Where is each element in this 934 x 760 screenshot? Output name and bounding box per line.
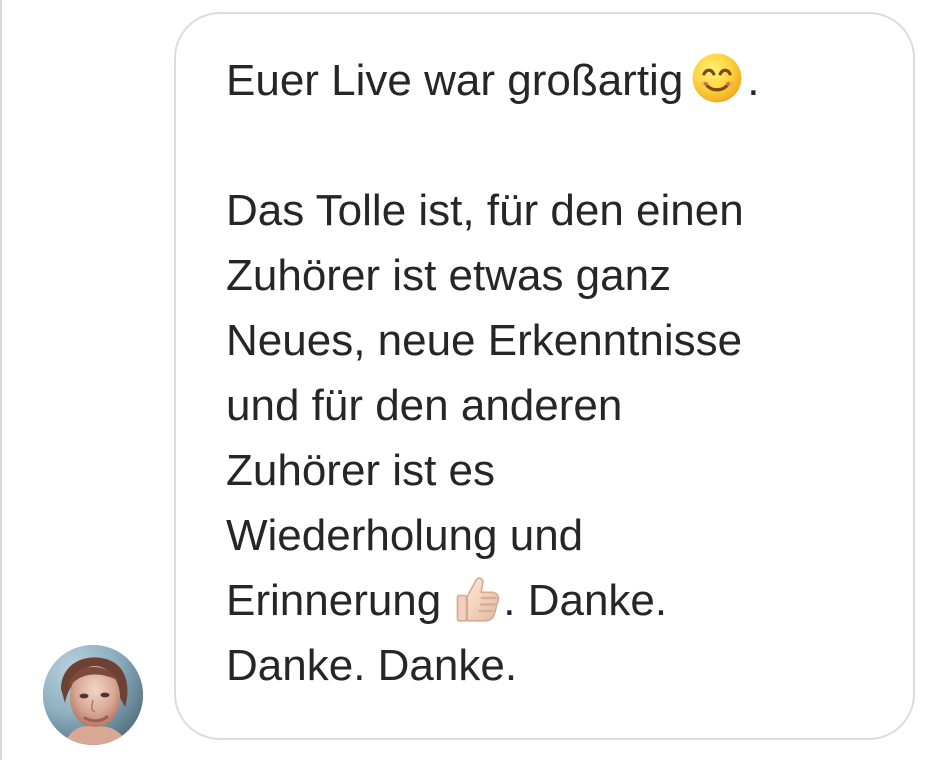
smiling-face-icon xyxy=(691,52,743,104)
message-bubble[interactable]: Euer Live war großartig . Das Tolle ist,… xyxy=(174,12,915,740)
message-line-8: Wiederholung und xyxy=(226,511,584,560)
thumbs-up-icon xyxy=(451,572,503,624)
message-line-7: Zuhörer ist es xyxy=(226,446,495,495)
message-line-4: Zuhörer ist etwas ganz xyxy=(226,251,672,300)
chat-screen: Euer Live war großartig . Das Tolle ist,… xyxy=(0,0,934,760)
message-line-1: Euer Live war großartig . xyxy=(226,48,886,113)
message-line-1-suffix: . xyxy=(747,56,760,105)
incoming-message-row: Euer Live war großartig . Das Tolle ist,… xyxy=(0,0,934,760)
profile-photo-icon xyxy=(43,645,143,745)
message-line-9: Erinnerung . Danke. xyxy=(226,568,886,633)
message-line-6: und für den anderen xyxy=(226,381,623,430)
message-line-1-text: Euer Live war großartig xyxy=(226,56,684,105)
message-text: Euer Live war großartig . Das Tolle ist,… xyxy=(226,48,886,698)
message-line-5: Neues, neue Erkenntnisse xyxy=(226,316,743,365)
message-line-9-suffix: . Danke. xyxy=(503,576,668,625)
message-line-10: Danke. Danke. xyxy=(226,641,518,690)
message-line-3: Das Tolle ist, für den einen xyxy=(226,186,744,235)
sender-avatar[interactable] xyxy=(43,645,143,745)
message-line-9-text: Erinnerung xyxy=(226,576,442,625)
